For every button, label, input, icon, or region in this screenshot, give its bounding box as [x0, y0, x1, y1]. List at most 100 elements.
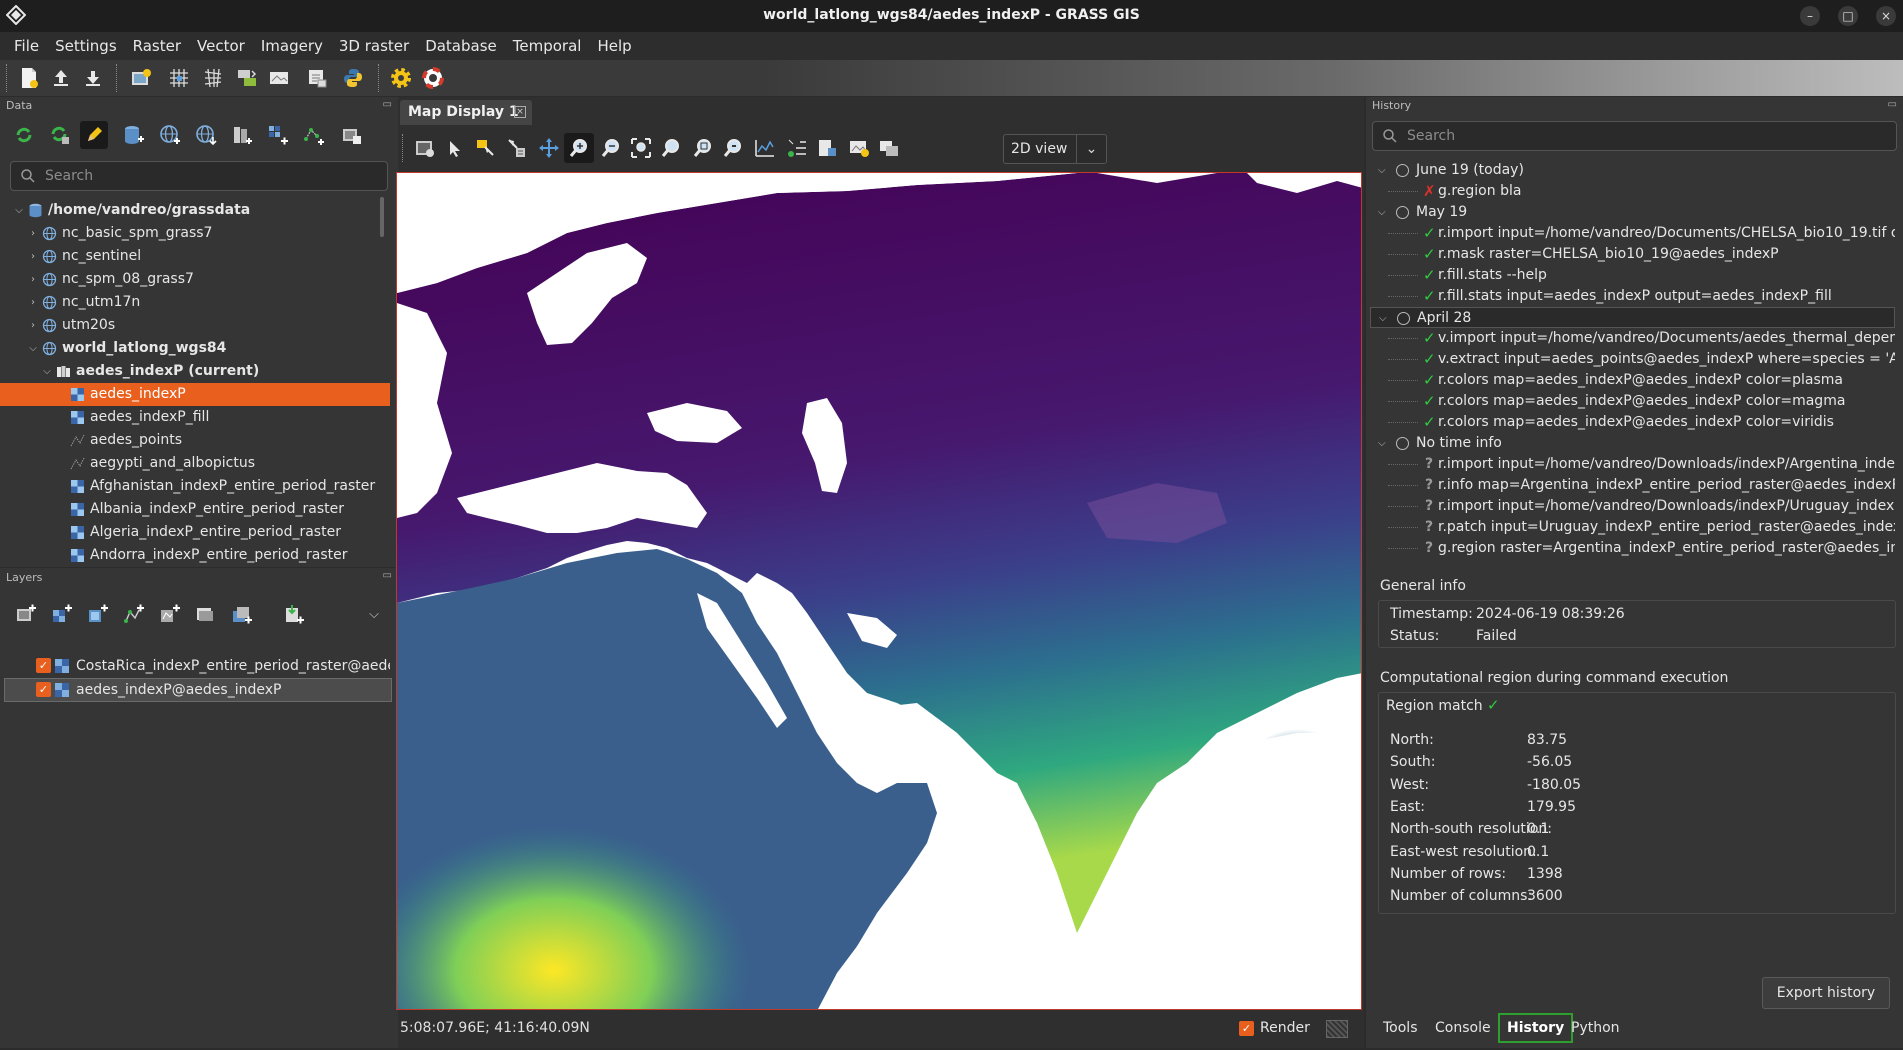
tree-node-vector[interactable]: aedes_points [0, 429, 390, 452]
tree-node-location[interactable]: ⌵ world_latlong_wgs84 [0, 337, 390, 360]
menu-imagery[interactable]: Imagery [253, 37, 331, 55]
history-command-row[interactable]: ✓ r.colors map=aedes_indexP@aedes_indexP … [1370, 391, 1895, 412]
pan-icon[interactable] [536, 135, 562, 161]
map-canvas[interactable] [396, 172, 1362, 1010]
close-button[interactable]: × [1876, 6, 1896, 26]
chevron-right-icon[interactable]: › [26, 222, 40, 245]
history-command-row[interactable]: ? r.import input=/home/vandreo/Downloads/… [1370, 454, 1895, 475]
georectifier-icon[interactable] [166, 65, 192, 91]
reload-mapset-icon[interactable] [46, 121, 74, 149]
add-group-icon[interactable] [228, 600, 256, 628]
layers-panel-dock-buttons[interactable]: ▭ [383, 570, 392, 581]
history-command-row[interactable]: ✓ v.extract input=aedes_points@aedes_inde… [1370, 349, 1895, 370]
download-location-icon[interactable] [192, 121, 220, 149]
export-history-button[interactable]: Export history [1762, 977, 1890, 1009]
load-workspace-icon[interactable] [48, 65, 74, 91]
import-vector-icon[interactable] [300, 121, 328, 149]
analyze-map-icon[interactable] [752, 135, 778, 161]
overlay-decorations-icon[interactable] [784, 135, 810, 161]
menu-settings[interactable]: Settings [47, 37, 125, 55]
tree-node-mapset[interactable]: ⌵ aedes_indexP (current) [0, 360, 390, 383]
edit-mode-pencil-icon[interactable] [80, 121, 108, 149]
history-date-group[interactable]: ⌵ April 28 [1370, 307, 1895, 328]
history-command-row[interactable]: ✓ r.mask raster=CHELSA_bio10_19@aedes_ind… [1370, 244, 1895, 265]
history-command-row[interactable]: ✗ g.region bla [1370, 181, 1895, 202]
tree-node-vector[interactable]: aegypti_and_albopictus [0, 452, 390, 475]
save-display-image-icon[interactable] [846, 135, 872, 161]
import-layer-icon[interactable] [280, 600, 308, 628]
history-command-row[interactable]: ✓ v.import input=/home/vandreo/Documents/… [1370, 328, 1895, 349]
menu-temporal[interactable]: Temporal [505, 37, 590, 55]
menu-raster[interactable]: Raster [125, 37, 189, 55]
select-features-icon[interactable] [472, 135, 498, 161]
maximize-button[interactable]: □ [1838, 6, 1858, 26]
chevron-down-icon[interactable]: ⌵ [26, 337, 40, 360]
chevron-right-icon[interactable]: › [26, 245, 40, 268]
layer-row[interactable]: ✓ CostaRica_indexP_entire_period_raster@… [4, 654, 392, 678]
tab-python[interactable]: Python [1564, 1013, 1627, 1043]
tree-node-grassdb[interactable]: ⌵ /home/vandreo/grassdata [0, 199, 390, 222]
history-command-row[interactable]: ✓ r.colors map=aedes_indexP@aedes_indexP … [1370, 370, 1895, 391]
add-decoration-icon[interactable] [412, 135, 438, 161]
print-display-icon[interactable] [876, 135, 902, 161]
chevron-down-icon[interactable]: ⌵ [1378, 160, 1386, 181]
data-search-input[interactable]: Search [10, 161, 388, 191]
render-checkbox[interactable]: ✓ [1239, 1021, 1254, 1036]
pointer-icon[interactable] [442, 135, 468, 161]
menu-3d-raster[interactable]: 3D raster [331, 37, 417, 55]
tree-node-raster[interactable]: Algeria_indexP_entire_period_raster [0, 521, 390, 544]
history-command-row[interactable]: ✓ r.colors map=aedes_indexP@aedes_indexP … [1370, 412, 1895, 433]
history-command-row[interactable]: ✓ r.fill.stats --help [1370, 265, 1895, 286]
chevron-down-icon[interactable]: ⌵ [12, 199, 26, 222]
create-map-icon[interactable] [814, 135, 840, 161]
add-various-vector-icon[interactable] [156, 600, 184, 628]
tree-node-raster[interactable]: Andorra_indexP_entire_period_raster [0, 544, 390, 563]
resize-grip-icon[interactable] [1326, 1020, 1348, 1038]
import-raster-icon[interactable] [264, 121, 292, 149]
tree-node-raster[interactable]: aedes_indexP [0, 383, 390, 406]
new-map-display-icon[interactable] [128, 65, 154, 91]
chevron-right-icon[interactable]: › [26, 268, 40, 291]
history-command-row[interactable]: ? g.region raster=Argentina_indexP_entire… [1370, 538, 1895, 559]
layer-checkbox[interactable]: ✓ [36, 658, 51, 673]
tab-console[interactable]: Console [1428, 1013, 1498, 1043]
history-command-row[interactable]: ✓ r.fill.stats input=aedes_indexP output=… [1370, 286, 1895, 307]
minimize-button[interactable]: – [1800, 6, 1820, 26]
chevron-down-icon[interactable]: ⌵ [40, 360, 54, 383]
menu-file[interactable]: File [6, 37, 47, 55]
tree-node-location[interactable]: › nc_sentinel [0, 245, 390, 268]
tree-node-raster[interactable]: Albania_indexP_entire_period_raster [0, 498, 390, 521]
unlink-export-icon[interactable] [338, 121, 366, 149]
chevron-down-icon[interactable]: ⌵ [1379, 308, 1387, 329]
zoom-region-icon[interactable] [690, 135, 716, 161]
close-tab-icon[interactable]: × [514, 106, 526, 118]
history-panel-dock-buttons[interactable]: ▭ [1888, 99, 1897, 110]
history-command-row[interactable]: ? r.info map=Argentina_indexP_entire_peri… [1370, 475, 1895, 496]
history-search-input[interactable]: Search [1372, 121, 1897, 151]
tab-history[interactable]: History [1498, 1013, 1574, 1043]
data-panel-dock-buttons[interactable]: ▭ [383, 99, 392, 110]
zoom-back-icon[interactable] [658, 135, 684, 161]
zoom-options-icon[interactable] [720, 135, 746, 161]
launch-script-icon[interactable] [304, 65, 330, 91]
tree-scrollbar[interactable] [380, 197, 384, 237]
history-date-group[interactable]: ⌵ No time info [1370, 433, 1895, 454]
new-workspace-icon[interactable] [16, 65, 42, 91]
swap-layers-icon[interactable] [234, 65, 260, 91]
menu-help[interactable]: Help [589, 37, 639, 55]
cartographic-composer-icon[interactable] [266, 65, 292, 91]
tree-node-location[interactable]: › utm20s [0, 314, 390, 337]
history-date-group[interactable]: ⌵ June 19 (today) [1370, 160, 1895, 181]
layer-row-selected[interactable]: ✓ aedes_indexP@aedes_indexP [4, 678, 392, 702]
help-lifebuoy-icon[interactable] [420, 65, 446, 91]
tree-node-raster[interactable]: Afghanistan_indexP_entire_period_raster [0, 475, 390, 498]
tree-node-raster[interactable]: aedes_indexP_fill [0, 406, 390, 429]
chevron-down-icon[interactable]: ⌵ [1378, 433, 1386, 454]
settings-gear-icon[interactable] [388, 65, 414, 91]
history-command-row[interactable]: ✓ r.import input=/home/vandreo/Documents/… [1370, 223, 1895, 244]
add-grassdb-icon[interactable] [120, 121, 148, 149]
add-various-raster-icon[interactable] [84, 600, 112, 628]
chevron-right-icon[interactable]: › [26, 314, 40, 337]
tree-node-location[interactable]: › nc_basic_spm_grass7 [0, 222, 390, 245]
grid-tool-icon[interactable] [200, 65, 226, 91]
